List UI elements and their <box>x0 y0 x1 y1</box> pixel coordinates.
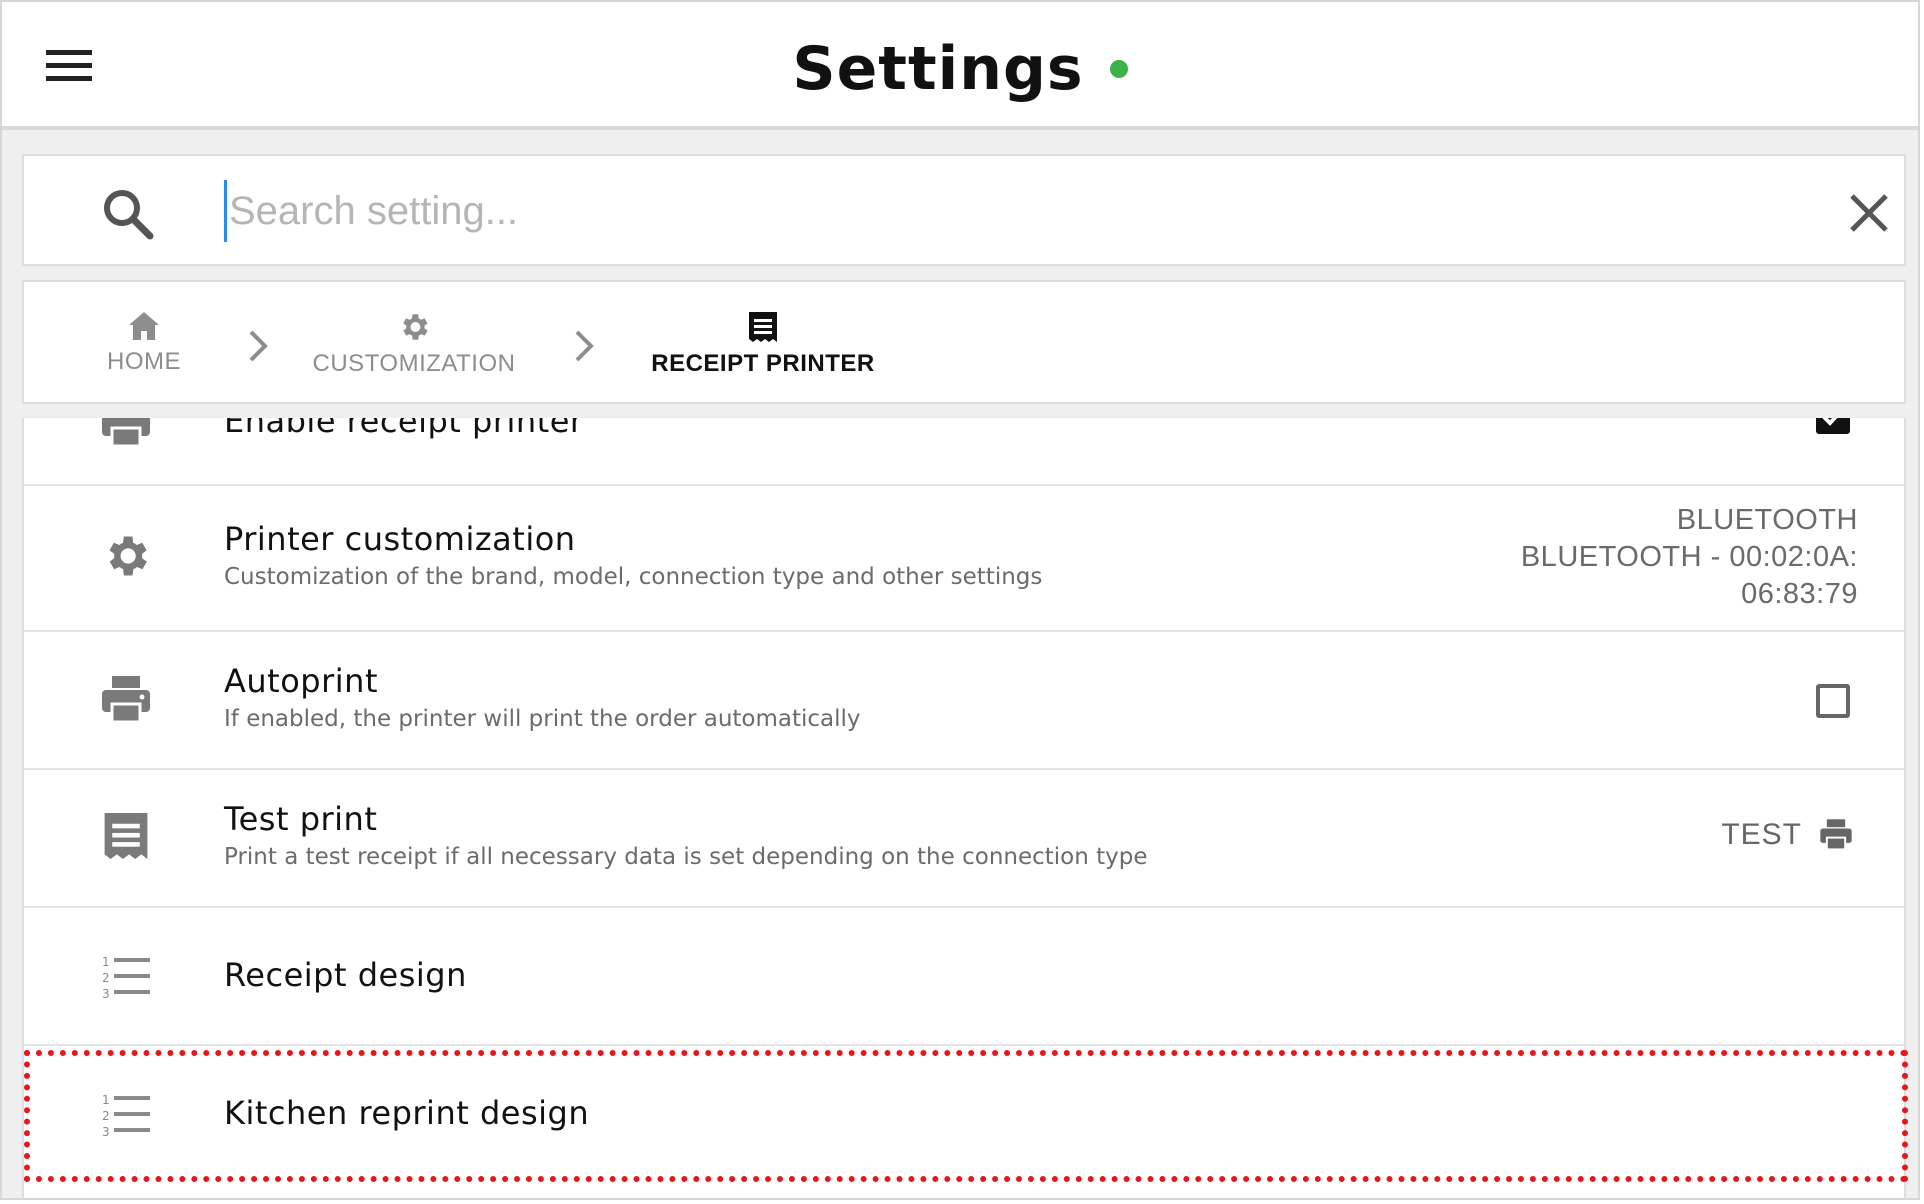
setting-receipt-design[interactable]: 1 2 3 Receipt design <box>24 908 1904 1046</box>
search-input[interactable] <box>224 180 1681 242</box>
setting-enable-receipt-printer[interactable]: Enable receipt printer <box>24 418 1904 486</box>
autoprint-checkbox[interactable] <box>1816 684 1850 718</box>
test-print-button[interactable]: TEST <box>1721 818 1854 852</box>
settings-list: Enable receipt printer Printer customiza… <box>22 418 1906 1198</box>
setting-printer-customization[interactable]: Printer customization Customization of t… <box>24 486 1904 632</box>
home-icon <box>129 312 159 340</box>
page-title: Settings <box>792 34 1084 104</box>
printer-icon <box>102 676 150 724</box>
setting-subtitle: Print a test receipt if all necessary da… <box>224 844 1148 870</box>
app-bar: Settings <box>2 2 1918 130</box>
chevron-right-icon <box>575 330 594 362</box>
printer-connection-value: BLUETOOTH BLUETOOTH - 00:02:0A: 06:83:79 <box>1521 502 1858 613</box>
status-dot-icon <box>1109 60 1128 78</box>
setting-kitchen-reprint-design[interactable]: 1 2 3 Kitchen reprint design <box>24 1046 1904 1184</box>
chevron-right-icon <box>249 330 268 362</box>
test-button-label: TEST <box>1721 818 1802 851</box>
setting-test-print[interactable]: Test print Print a test receipt if all n… <box>24 770 1904 908</box>
svg-text:3: 3 <box>102 987 110 1001</box>
gear-icon <box>109 536 147 576</box>
receipt-icon <box>104 813 148 859</box>
printer-icon <box>1820 819 1852 851</box>
svg-text:1: 1 <box>102 955 110 969</box>
breadcrumb-label: RECEIPT PRINTER <box>651 350 875 377</box>
printer-icon <box>102 418 150 448</box>
value-line: BLUETOOTH - 00:02:0A: <box>1520 541 1858 573</box>
setting-title: Autoprint <box>224 662 378 700</box>
numbered-list-icon: 1 2 3 <box>102 1093 150 1139</box>
svg-text:2: 2 <box>102 1109 110 1123</box>
setting-title: Enable receipt printer <box>224 418 584 440</box>
svg-text:1: 1 <box>102 1093 110 1107</box>
breadcrumb-label: HOME <box>107 348 181 375</box>
numbered-list-icon: 1 2 3 <box>102 955 150 1001</box>
svg-text:2: 2 <box>102 971 110 985</box>
setting-title: Kitchen reprint design <box>224 1094 590 1132</box>
breadcrumb-home[interactable]: HOME <box>86 310 202 376</box>
close-icon[interactable] <box>1844 188 1894 238</box>
receipt-icon <box>749 312 777 342</box>
breadcrumb: HOME CUSTOMIZATION RECEIPT PRINTER <box>22 280 1906 404</box>
setting-title: Test print <box>224 800 378 838</box>
breadcrumb-customization[interactable]: CUSTOMIZATION <box>304 310 524 378</box>
setting-title: Receipt design <box>224 956 467 994</box>
checkmark-icon <box>1822 418 1838 426</box>
value-line: BLUETOOTH <box>1676 504 1858 536</box>
page-title-container: Settings <box>2 34 1918 104</box>
gear-icon <box>403 314 428 340</box>
enable-receipt-printer-checkbox[interactable] <box>1816 418 1850 434</box>
app-window: Settings HOME CU <box>0 0 1920 1200</box>
setting-autoprint[interactable]: Autoprint If enabled, the printer will p… <box>24 632 1904 770</box>
svg-text:3: 3 <box>102 1125 110 1139</box>
breadcrumb-label: CUSTOMIZATION <box>312 350 516 377</box>
setting-title: Printer customization <box>224 520 576 558</box>
breadcrumb-receipt-printer[interactable]: RECEIPT PRINTER <box>628 310 898 378</box>
search-icon[interactable] <box>100 186 156 242</box>
value-line: 06:83:79 <box>1741 578 1858 610</box>
setting-subtitle: If enabled, the printer will print the o… <box>224 706 861 732</box>
setting-subtitle: Customization of the brand, model, conne… <box>224 564 1043 590</box>
search-bar <box>22 154 1906 266</box>
